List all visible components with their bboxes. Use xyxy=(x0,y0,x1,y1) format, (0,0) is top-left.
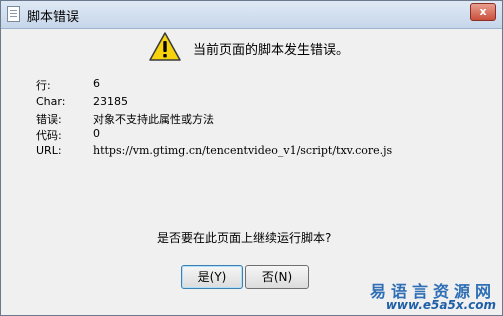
document-icon xyxy=(7,6,20,22)
continue-question: 是否要在此页面上继续运行脚本? xyxy=(157,231,332,245)
line-value: 6 xyxy=(93,77,100,90)
url-value: https://vm.gtimg.cn/tencentvideo_v1/scri… xyxy=(93,144,393,157)
close-icon: x xyxy=(479,5,487,18)
line-label: 行: xyxy=(36,79,51,92)
close-button[interactable]: x xyxy=(470,3,496,21)
title-bar: 脚本错误 x xyxy=(1,1,502,29)
window-title: 脚本错误 xyxy=(27,10,80,25)
error-label: 错误: xyxy=(36,113,62,126)
warning-icon xyxy=(149,32,181,61)
code-value: 0 xyxy=(93,127,100,140)
code-label: 代码: xyxy=(36,129,62,142)
url-label: URL: xyxy=(36,144,62,157)
error-message: 当前页面的脚本发生错误。 xyxy=(193,43,350,58)
char-label: Char: xyxy=(36,95,66,108)
watermark-url: www.e5a5x.com xyxy=(385,298,496,312)
no-button[interactable]: 否(N) xyxy=(245,265,309,289)
script-error-dialog: 脚本错误 x 当前页面的脚本发生错误。 行: 6 Char: 23185 错误:… xyxy=(0,0,503,316)
error-value: 对象不支持此属性或方法 xyxy=(93,113,214,126)
yes-button[interactable]: 是(Y) xyxy=(181,265,243,289)
char-value: 23185 xyxy=(93,95,128,108)
